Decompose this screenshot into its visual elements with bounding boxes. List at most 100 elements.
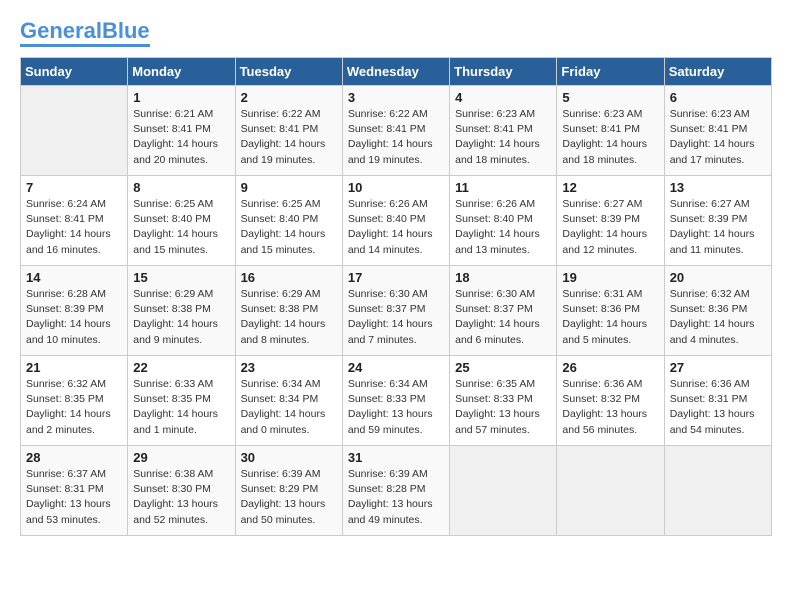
day-cell: 12Sunrise: 6:27 AM Sunset: 8:39 PM Dayli… bbox=[557, 176, 664, 266]
header-cell-friday: Friday bbox=[557, 58, 664, 86]
day-cell bbox=[450, 446, 557, 536]
logo-underline bbox=[20, 44, 150, 47]
day-number: 3 bbox=[348, 90, 444, 105]
day-info: Sunrise: 6:39 AM Sunset: 8:29 PM Dayligh… bbox=[241, 467, 337, 528]
day-info: Sunrise: 6:32 AM Sunset: 8:35 PM Dayligh… bbox=[26, 377, 122, 438]
day-number: 26 bbox=[562, 360, 658, 375]
day-number: 21 bbox=[26, 360, 122, 375]
day-cell: 24Sunrise: 6:34 AM Sunset: 8:33 PM Dayli… bbox=[342, 356, 449, 446]
day-number: 2 bbox=[241, 90, 337, 105]
day-info: Sunrise: 6:27 AM Sunset: 8:39 PM Dayligh… bbox=[562, 197, 658, 258]
day-number: 14 bbox=[26, 270, 122, 285]
day-info: Sunrise: 6:26 AM Sunset: 8:40 PM Dayligh… bbox=[348, 197, 444, 258]
week-row-3: 14 Sunrise: 6:28 AM Sunset: 8:39 PM Dayli… bbox=[21, 266, 772, 356]
logo-text: GeneralBlue bbox=[20, 20, 150, 42]
day-cell: 5 Sunrise: 6:23 AM Sunset: 8:41 PM Daylig… bbox=[557, 86, 664, 176]
day-info: Sunrise: 6:34 AM Sunset: 8:34 PM Dayligh… bbox=[241, 377, 337, 438]
day-number: 8 bbox=[133, 180, 229, 195]
day-info: Sunrise: 6:33 AM Sunset: 8:35 PM Dayligh… bbox=[133, 377, 229, 438]
day-info: Sunrise: 6:37 AM Sunset: 8:31 PM Dayligh… bbox=[26, 467, 122, 528]
day-info: Sunrise: 6:21 AM Sunset: 8:41 PM Dayligh… bbox=[133, 107, 229, 168]
day-number: 4 bbox=[455, 90, 551, 105]
day-cell: 13 Sunrise: 6:27 AM Sunset: 8:39 PM Dayli… bbox=[664, 176, 771, 266]
day-number: 23 bbox=[241, 360, 337, 375]
logo: GeneralBlue bbox=[20, 20, 150, 47]
day-info: Sunrise: 6:23 AM Sunset: 8:41 PM Dayligh… bbox=[670, 107, 766, 168]
day-number: 22 bbox=[133, 360, 229, 375]
day-number: 15 bbox=[133, 270, 229, 285]
day-cell: 8 Sunrise: 6:25 AM Sunset: 8:40 PM Daylig… bbox=[128, 176, 235, 266]
day-cell: 11 Sunrise: 6:26 AM Sunset: 8:40 PM Dayli… bbox=[450, 176, 557, 266]
day-cell bbox=[664, 446, 771, 536]
day-number: 18 bbox=[455, 270, 551, 285]
day-number: 7 bbox=[26, 180, 122, 195]
day-cell: 25 Sunrise: 6:35 AM Sunset: 8:33 PM Dayli… bbox=[450, 356, 557, 446]
day-number: 13 bbox=[670, 180, 766, 195]
header-cell-monday: Monday bbox=[128, 58, 235, 86]
day-info: Sunrise: 6:23 AM Sunset: 8:41 PM Dayligh… bbox=[455, 107, 551, 168]
week-row-1: 1 Sunrise: 6:21 AM Sunset: 8:41 PM Daylig… bbox=[21, 86, 772, 176]
day-number: 31 bbox=[348, 450, 444, 465]
day-info: Sunrise: 6:27 AM Sunset: 8:39 PM Dayligh… bbox=[670, 197, 766, 258]
day-info: Sunrise: 6:23 AM Sunset: 8:41 PM Dayligh… bbox=[562, 107, 658, 168]
day-info: Sunrise: 6:35 AM Sunset: 8:33 PM Dayligh… bbox=[455, 377, 551, 438]
day-info: Sunrise: 6:32 AM Sunset: 8:36 PM Dayligh… bbox=[670, 287, 766, 348]
day-cell: 16Sunrise: 6:29 AM Sunset: 8:38 PM Dayli… bbox=[235, 266, 342, 356]
day-cell: 30 Sunrise: 6:39 AM Sunset: 8:29 PM Dayli… bbox=[235, 446, 342, 536]
day-cell: 28Sunrise: 6:37 AM Sunset: 8:31 PM Dayli… bbox=[21, 446, 128, 536]
day-cell: 15 Sunrise: 6:29 AM Sunset: 8:38 PM Dayli… bbox=[128, 266, 235, 356]
day-cell: 14 Sunrise: 6:28 AM Sunset: 8:39 PM Dayli… bbox=[21, 266, 128, 356]
day-info: Sunrise: 6:25 AM Sunset: 8:40 PM Dayligh… bbox=[241, 197, 337, 258]
logo-general: General bbox=[20, 18, 102, 43]
day-cell: 18 Sunrise: 6:30 AM Sunset: 8:37 PM Dayli… bbox=[450, 266, 557, 356]
logo-blue: Blue bbox=[102, 18, 150, 43]
day-info: Sunrise: 6:39 AM Sunset: 8:28 PM Dayligh… bbox=[348, 467, 444, 528]
day-number: 17 bbox=[348, 270, 444, 285]
day-cell: 27Sunrise: 6:36 AM Sunset: 8:31 PM Dayli… bbox=[664, 356, 771, 446]
day-number: 24 bbox=[348, 360, 444, 375]
day-number: 11 bbox=[455, 180, 551, 195]
day-info: Sunrise: 6:36 AM Sunset: 8:32 PM Dayligh… bbox=[562, 377, 658, 438]
day-cell: 22 Sunrise: 6:33 AM Sunset: 8:35 PM Dayli… bbox=[128, 356, 235, 446]
day-number: 10 bbox=[348, 180, 444, 195]
day-cell: 10 Sunrise: 6:26 AM Sunset: 8:40 PM Dayli… bbox=[342, 176, 449, 266]
day-number: 16 bbox=[241, 270, 337, 285]
day-cell: 4 Sunrise: 6:23 AM Sunset: 8:41 PM Daylig… bbox=[450, 86, 557, 176]
day-info: Sunrise: 6:22 AM Sunset: 8:41 PM Dayligh… bbox=[241, 107, 337, 168]
week-row-2: 7 Sunrise: 6:24 AM Sunset: 8:41 PM Daylig… bbox=[21, 176, 772, 266]
day-info: Sunrise: 6:36 AM Sunset: 8:31 PM Dayligh… bbox=[670, 377, 766, 438]
day-number: 1 bbox=[133, 90, 229, 105]
day-number: 30 bbox=[241, 450, 337, 465]
header-row: SundayMondayTuesdayWednesdayThursdayFrid… bbox=[21, 58, 772, 86]
day-info: Sunrise: 6:24 AM Sunset: 8:41 PM Dayligh… bbox=[26, 197, 122, 258]
header-cell-thursday: Thursday bbox=[450, 58, 557, 86]
day-cell: 20 Sunrise: 6:32 AM Sunset: 8:36 PM Dayli… bbox=[664, 266, 771, 356]
day-info: Sunrise: 6:29 AM Sunset: 8:38 PM Dayligh… bbox=[133, 287, 229, 348]
day-cell: 19Sunrise: 6:31 AM Sunset: 8:36 PM Dayli… bbox=[557, 266, 664, 356]
day-info: Sunrise: 6:28 AM Sunset: 8:39 PM Dayligh… bbox=[26, 287, 122, 348]
day-cell: 17 Sunrise: 6:30 AM Sunset: 8:37 PM Dayli… bbox=[342, 266, 449, 356]
day-info: Sunrise: 6:38 AM Sunset: 8:30 PM Dayligh… bbox=[133, 467, 229, 528]
day-number: 5 bbox=[562, 90, 658, 105]
day-cell: 23 Sunrise: 6:34 AM Sunset: 8:34 PM Dayli… bbox=[235, 356, 342, 446]
day-info: Sunrise: 6:30 AM Sunset: 8:37 PM Dayligh… bbox=[348, 287, 444, 348]
day-cell: 26 Sunrise: 6:36 AM Sunset: 8:32 PM Dayli… bbox=[557, 356, 664, 446]
day-number: 6 bbox=[670, 90, 766, 105]
day-number: 25 bbox=[455, 360, 551, 375]
day-number: 19 bbox=[562, 270, 658, 285]
day-cell: 3 Sunrise: 6:22 AM Sunset: 8:41 PM Daylig… bbox=[342, 86, 449, 176]
week-row-4: 21 Sunrise: 6:32 AM Sunset: 8:35 PM Dayli… bbox=[21, 356, 772, 446]
day-cell: 6 Sunrise: 6:23 AM Sunset: 8:41 PM Daylig… bbox=[664, 86, 771, 176]
day-number: 29 bbox=[133, 450, 229, 465]
day-number: 20 bbox=[670, 270, 766, 285]
day-cell: 29 Sunrise: 6:38 AM Sunset: 8:30 PM Dayli… bbox=[128, 446, 235, 536]
day-info: Sunrise: 6:26 AM Sunset: 8:40 PM Dayligh… bbox=[455, 197, 551, 258]
day-cell: 7 Sunrise: 6:24 AM Sunset: 8:41 PM Daylig… bbox=[21, 176, 128, 266]
header-cell-wednesday: Wednesday bbox=[342, 58, 449, 86]
day-cell: 31 Sunrise: 6:39 AM Sunset: 8:28 PM Dayli… bbox=[342, 446, 449, 536]
day-cell: 21 Sunrise: 6:32 AM Sunset: 8:35 PM Dayli… bbox=[21, 356, 128, 446]
day-info: Sunrise: 6:30 AM Sunset: 8:37 PM Dayligh… bbox=[455, 287, 551, 348]
day-cell: 9Sunrise: 6:25 AM Sunset: 8:40 PM Daylig… bbox=[235, 176, 342, 266]
day-info: Sunrise: 6:25 AM Sunset: 8:40 PM Dayligh… bbox=[133, 197, 229, 258]
day-info: Sunrise: 6:22 AM Sunset: 8:41 PM Dayligh… bbox=[348, 107, 444, 168]
